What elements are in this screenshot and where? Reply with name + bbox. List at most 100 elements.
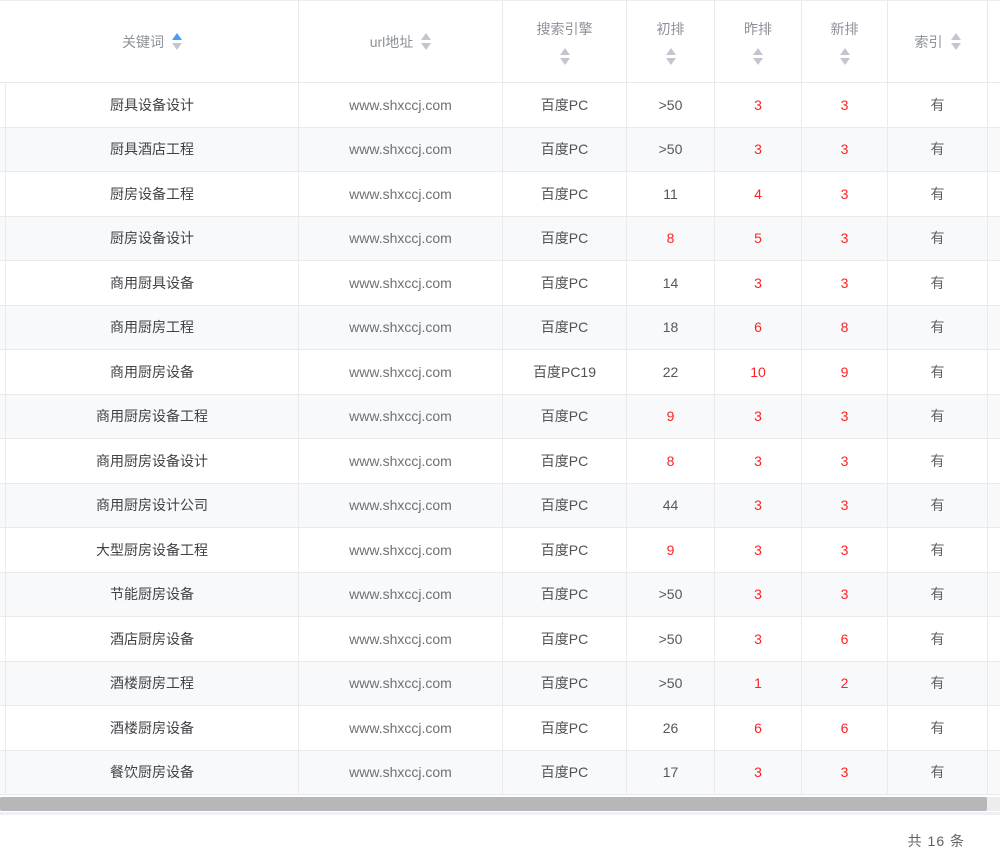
cell-initial-rank: >50 xyxy=(627,128,715,172)
cell-text: www.shxccj.com xyxy=(349,364,452,380)
cell-new-rank: 3 xyxy=(802,528,888,572)
table-row[interactable]: 酒店厨房设备 www.shxccj.com 百度PC >50 3 6 有 xyxy=(0,617,1000,662)
table-row[interactable]: 酒楼厨房工程 www.shxccj.com 百度PC >50 1 2 有 xyxy=(0,662,1000,707)
cell-text: 9 xyxy=(667,542,675,558)
table-row[interactable]: 厨房设备工程 www.shxccj.com 百度PC 11 4 3 有 xyxy=(0,172,1000,217)
cell-yesterday-rank: 3 xyxy=(715,261,802,305)
table-row[interactable]: 酒楼厨房设备 www.shxccj.com 百度PC 26 6 6 有 xyxy=(0,706,1000,751)
sort-icon[interactable] xyxy=(172,33,182,50)
cell-yesterday-rank: 6 xyxy=(715,706,802,750)
cell-text: www.shxccj.com xyxy=(349,586,452,602)
cell-text: 3 xyxy=(754,97,762,113)
column-header-index[interactable]: 索引 xyxy=(888,1,988,82)
cell-initial-rank: 26 xyxy=(627,706,715,750)
table-row[interactable]: 商用厨房工程 www.shxccj.com 百度PC 18 6 8 有 xyxy=(0,306,1000,351)
cell-text: 18 xyxy=(663,319,679,335)
cell-text: 节能厨房设备 xyxy=(110,584,194,604)
column-header-initial-rank[interactable]: 初排 xyxy=(627,1,715,82)
horizontal-scrollbar-thumb[interactable] xyxy=(0,797,987,811)
cell-text: 有 xyxy=(931,228,945,248)
cell-yesterday-rank: 1 xyxy=(715,662,802,706)
table-row[interactable]: 厨具酒店工程 www.shxccj.com 百度PC >50 3 3 有 xyxy=(0,128,1000,173)
column-header-yesterday-rank[interactable]: 昨排 xyxy=(715,1,802,82)
cell-text: 3 xyxy=(841,453,849,469)
cell-text: 17 xyxy=(663,764,679,780)
sort-icon[interactable] xyxy=(840,48,850,65)
cell-text: www.shxccj.com xyxy=(349,141,452,157)
table-row[interactable]: 厨房设备设计 www.shxccj.com 百度PC 8 5 3 有 xyxy=(0,217,1000,262)
cell-url: www.shxccj.com xyxy=(299,662,503,706)
cell-url: www.shxccj.com xyxy=(299,261,503,305)
cell-right-sliver xyxy=(988,217,1000,261)
cell-yesterday-rank: 3 xyxy=(715,128,802,172)
column-header-new-rank[interactable]: 新排 xyxy=(802,1,888,82)
cell-text: www.shxccj.com xyxy=(349,542,452,558)
cell-new-rank: 3 xyxy=(802,261,888,305)
horizontal-scrollbar[interactable] xyxy=(0,797,1000,811)
cell-text: 44 xyxy=(663,497,679,513)
table-row[interactable]: 商用厨房设备 www.shxccj.com 百度PC19 22 10 9 有 xyxy=(0,350,1000,395)
cell-url: www.shxccj.com xyxy=(299,751,503,795)
sort-icon[interactable] xyxy=(666,48,676,65)
cell-engine: 百度PC xyxy=(503,128,627,172)
cell-engine: 百度PC xyxy=(503,306,627,350)
cell-engine: 百度PC xyxy=(503,261,627,305)
cell-text: 3 xyxy=(841,275,849,291)
cell-text: 有 xyxy=(931,718,945,738)
table-row[interactable]: 厨具设备设计 www.shxccj.com 百度PC >50 3 3 有 xyxy=(0,83,1000,128)
cell-text: 有 xyxy=(931,495,945,515)
cell-text: 百度PC xyxy=(541,673,588,693)
cell-right-sliver xyxy=(988,662,1000,706)
cell-text: 百度PC xyxy=(541,317,588,337)
cell-new-rank: 6 xyxy=(802,706,888,750)
cell-index: 有 xyxy=(888,662,988,706)
cell-keyword: 商用厨房设计公司 xyxy=(6,484,299,528)
cell-right-sliver xyxy=(988,706,1000,750)
cell-text: www.shxccj.com xyxy=(349,497,452,513)
column-header-new-rank-label: 新排 xyxy=(831,19,859,39)
cell-keyword: 餐饮厨房设备 xyxy=(6,751,299,795)
cell-url: www.shxccj.com xyxy=(299,83,503,127)
column-header-url[interactable]: url地址 xyxy=(299,1,503,82)
cell-text: 5 xyxy=(754,230,762,246)
column-header-initial-rank-label: 初排 xyxy=(657,19,685,39)
cell-initial-rank: 9 xyxy=(627,528,715,572)
cell-text: 3 xyxy=(754,542,762,558)
sort-icon[interactable] xyxy=(951,33,961,50)
cell-keyword: 商用厨具设备 xyxy=(6,261,299,305)
column-header-keyword[interactable]: 关键词 xyxy=(6,1,299,82)
cell-text: 大型厨房设备工程 xyxy=(96,540,208,560)
table-row[interactable]: 商用厨房设备设计 www.shxccj.com 百度PC 8 3 3 有 xyxy=(0,439,1000,484)
cell-text: 4 xyxy=(754,186,762,202)
column-header-url-label: url地址 xyxy=(370,32,414,52)
cell-text: 百度PC xyxy=(541,184,588,204)
cell-engine: 百度PC xyxy=(503,662,627,706)
cell-keyword: 商用厨房工程 xyxy=(6,306,299,350)
cell-index: 有 xyxy=(888,350,988,394)
cell-text: 商用厨房工程 xyxy=(110,317,194,337)
cell-right-sliver xyxy=(988,528,1000,572)
table-row[interactable]: 商用厨房设计公司 www.shxccj.com 百度PC 44 3 3 有 xyxy=(0,484,1000,529)
cell-keyword: 节能厨房设备 xyxy=(6,573,299,617)
table-row[interactable]: 节能厨房设备 www.shxccj.com 百度PC >50 3 3 有 xyxy=(0,573,1000,618)
column-header-engine[interactable]: 搜索引擎 xyxy=(503,1,627,82)
table-row[interactable]: 大型厨房设备工程 www.shxccj.com 百度PC 9 3 3 有 xyxy=(0,528,1000,573)
cell-index: 有 xyxy=(888,439,988,483)
cell-initial-rank: 8 xyxy=(627,439,715,483)
cell-url: www.shxccj.com xyxy=(299,172,503,216)
sort-icon[interactable] xyxy=(421,33,431,50)
cell-index: 有 xyxy=(888,83,988,127)
cell-engine: 百度PC xyxy=(503,573,627,617)
cell-text: 9 xyxy=(667,408,675,424)
table-row[interactable]: 商用厨房设备工程 www.shxccj.com 百度PC 9 3 3 有 xyxy=(0,395,1000,440)
sort-icon[interactable] xyxy=(753,48,763,65)
cell-text: 3 xyxy=(841,186,849,202)
cell-text: 商用厨房设计公司 xyxy=(96,495,208,515)
table-row[interactable]: 餐饮厨房设备 www.shxccj.com 百度PC 17 3 3 有 xyxy=(0,751,1000,796)
cell-text: 有 xyxy=(931,317,945,337)
cell-engine: 百度PC xyxy=(503,528,627,572)
table-row[interactable]: 商用厨具设备 www.shxccj.com 百度PC 14 3 3 有 xyxy=(0,261,1000,306)
cell-new-rank: 3 xyxy=(802,395,888,439)
cell-engine: 百度PC xyxy=(503,172,627,216)
sort-icon[interactable] xyxy=(560,48,570,65)
